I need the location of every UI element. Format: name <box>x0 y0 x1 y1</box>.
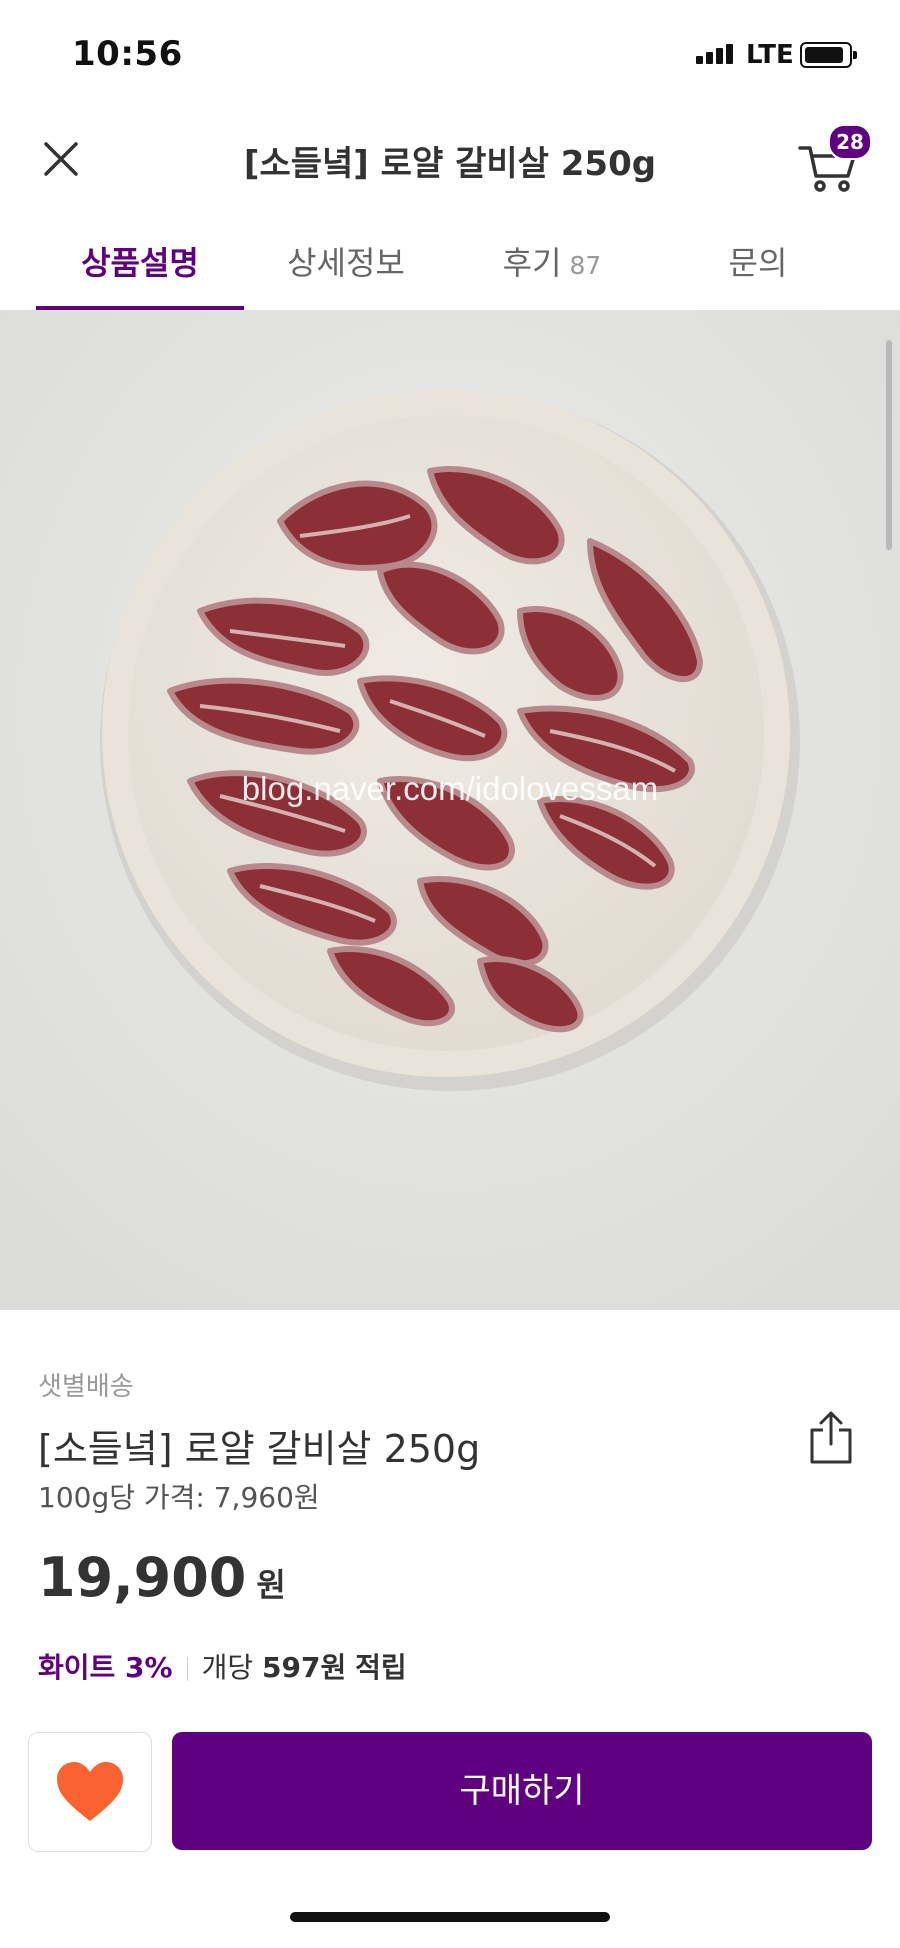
membership-grade: 화이트 3% <box>38 1651 173 1684</box>
signal-icon <box>696 44 736 64</box>
tab-label: 문의 <box>728 244 788 282</box>
points-suffix: 적립 <box>355 1651 407 1684</box>
price-currency: 원 <box>256 1566 286 1604</box>
share-button[interactable] <box>806 1410 856 1466</box>
points-prefix: 개당 <box>201 1651 254 1684</box>
network-label: LTE <box>746 40 794 70</box>
tab-label: 상세정보 <box>287 244 405 282</box>
top-header: [소들녘] 로얄 갈비살 250g 28 <box>0 110 900 210</box>
heart-icon <box>57 1762 123 1821</box>
price-value: 19,900 <box>38 1546 247 1609</box>
unit-price: 100g당 가격: 7,960원 <box>38 1481 320 1514</box>
battery-icon <box>800 42 857 68</box>
divider <box>186 1657 188 1681</box>
delivery-type: 샛별배송 <box>38 1372 134 1402</box>
cart-count-badge: 28 <box>828 124 872 160</box>
header-title: [소들녘] 로얄 갈비살 250g <box>243 144 657 184</box>
product-name: [소들녘] 로얄 갈비살 250g <box>38 1427 481 1471</box>
image-watermark: blog.naver.com/idolovessam <box>242 770 658 807</box>
home-indicator <box>290 1912 610 1922</box>
product-tabs: 상품설명 상세정보 후기 87 문의 <box>0 210 900 311</box>
status-time: 10:56 <box>72 34 183 74</box>
tab-details[interactable]: 상세정보 <box>243 238 449 284</box>
beef-plate-illustration: blog.naver.com/idolovessam <box>0 311 900 1310</box>
active-tab-indicator <box>36 306 244 310</box>
share-icon <box>810 1411 852 1464</box>
tab-description[interactable]: 상품설명 <box>37 238 243 284</box>
tab-label: 상품설명 <box>81 244 199 282</box>
tab-reviews[interactable]: 후기 87 <box>449 238 655 284</box>
tab-label: 후기 <box>502 244 562 282</box>
points-amount: 597원 <box>262 1651 347 1684</box>
status-bar: 10:56 LTE <box>0 0 900 110</box>
purchase-button[interactable]: 구매하기 <box>172 1732 872 1850</box>
tab-inquiry[interactable]: 문의 <box>655 238 861 284</box>
review-count: 87 <box>569 251 602 280</box>
product-image: blog.naver.com/idolovessam <box>0 311 900 1310</box>
product-price: 19,900 원 <box>38 1546 286 1609</box>
scrollbar-thumb[interactable] <box>886 340 892 550</box>
points-info: 화이트 3% 개당 597원 적립 <box>38 1646 407 1686</box>
wishlist-button[interactable] <box>28 1732 152 1852</box>
